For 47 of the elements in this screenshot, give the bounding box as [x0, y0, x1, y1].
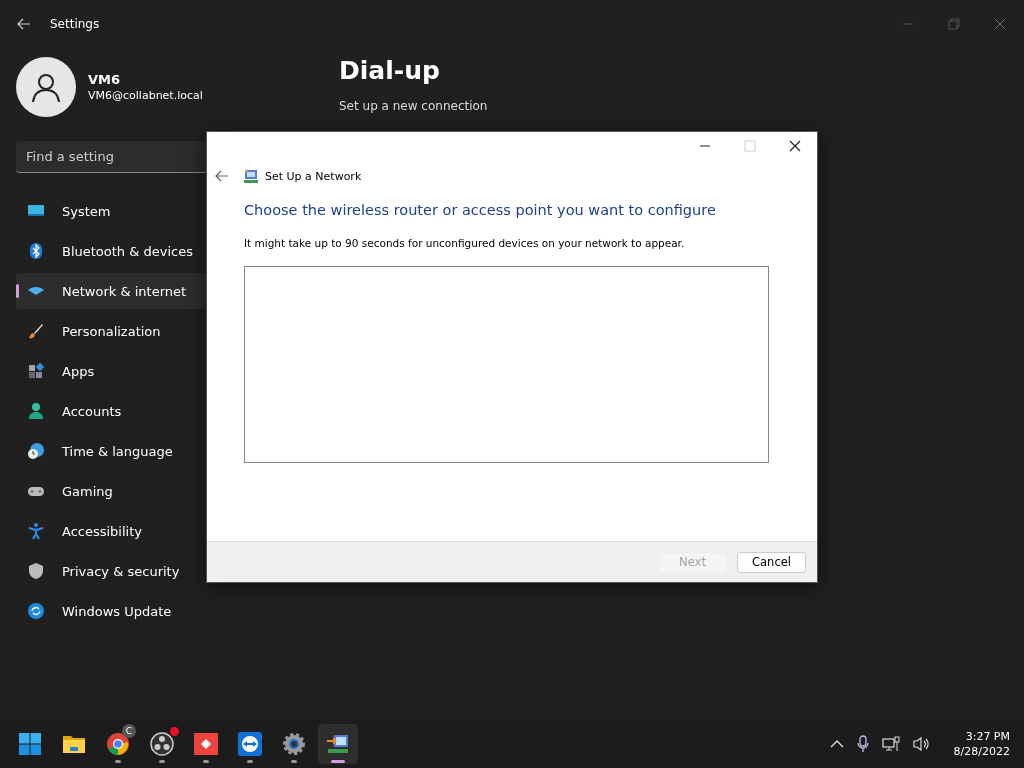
clock-date[interactable]: 8/28/2022: [953, 745, 1010, 758]
wired-network-icon[interactable]: [881, 736, 900, 752]
record-icon: [150, 732, 174, 756]
person-icon: [27, 402, 45, 420]
window-title: Settings: [50, 17, 100, 31]
taskbar-app[interactable]: [318, 724, 358, 764]
microphone-icon[interactable]: [856, 735, 869, 753]
browser-icon: [106, 732, 130, 756]
sidebar-item[interactable]: Apps: [16, 353, 236, 389]
clock-icon: [27, 442, 45, 460]
dialog-title: Set Up a Network: [265, 169, 362, 183]
dialog-button[interactable]: Cancel: [737, 551, 806, 573]
update-icon: [27, 602, 45, 620]
sidebar-item[interactable]: Accessibility: [16, 513, 236, 549]
network-wizard-icon: [243, 168, 259, 184]
network-wizard-icon: [326, 732, 350, 756]
dialog-note: It might take up to 90 seconds for unconfigured devices on your network to appear.: [244, 237, 686, 249]
bluetooth-icon: [27, 242, 45, 260]
accessibility-icon: [27, 522, 45, 540]
sidebar-item[interactable]: Gaming: [16, 473, 236, 509]
volume-icon[interactable]: [912, 736, 931, 752]
chevron-up-icon[interactable]: [829, 739, 844, 749]
clock-time[interactable]: 3:27 PM: [965, 730, 1010, 743]
gear-icon: [282, 732, 306, 756]
brush-icon: [27, 322, 45, 340]
page-title: Dial-up: [339, 56, 441, 85]
user-name: VM6: [88, 72, 122, 87]
sidebar-item[interactable]: System: [16, 193, 236, 229]
back-icon[interactable]: [215, 170, 229, 182]
sidebar-item[interactable]: Windows Update: [16, 593, 236, 629]
setup-connection-link[interactable]: Set up a new connection: [339, 99, 488, 113]
user-email: VM6@collabnet.local: [88, 89, 203, 102]
sidebar-item[interactable]: Personalization: [16, 313, 236, 349]
dialog-heading: Choose the wireless router or access point you want to configure: [244, 202, 717, 218]
sidebar-item[interactable]: Privacy & security: [16, 553, 236, 589]
remote-control-icon: [238, 732, 262, 756]
sidebar-item[interactable]: Time & language: [16, 433, 236, 469]
profile-badge: C: [122, 724, 136, 738]
avatar: [16, 57, 76, 117]
shield-icon: [27, 562, 45, 580]
windows-logo-icon: [18, 732, 42, 756]
taskbar-app[interactable]: C: [98, 724, 138, 764]
remote-desktop-icon: [194, 732, 218, 756]
close-icon[interactable]: [789, 140, 801, 152]
apps-icon: [27, 362, 45, 380]
sidebar-item[interactable]: Bluetooth & devices: [16, 233, 236, 269]
sidebar-item[interactable]: Accounts: [16, 393, 236, 429]
